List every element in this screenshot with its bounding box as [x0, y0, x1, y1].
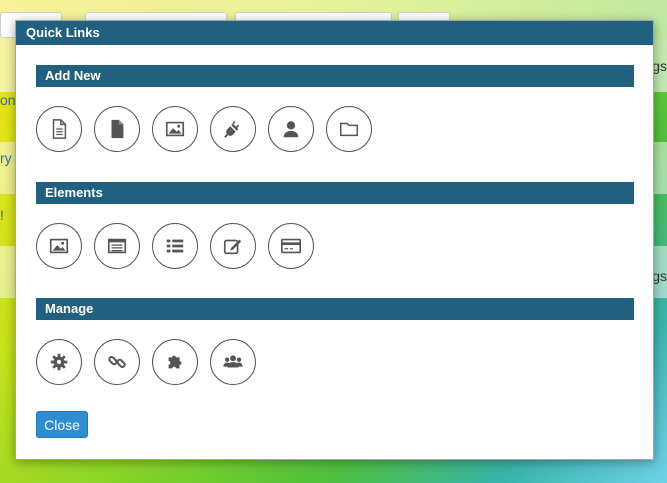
- section-add-new: Add New: [36, 65, 634, 162]
- link-icon: [108, 356, 126, 368]
- users-button[interactable]: [210, 339, 256, 385]
- browser-window-button[interactable]: [94, 223, 140, 269]
- section-elements: Elements: [36, 182, 634, 279]
- new-folder-button[interactable]: [326, 106, 372, 152]
- background-text: gs: [652, 58, 667, 74]
- images-button[interactable]: [36, 223, 82, 269]
- new-article-icon: [52, 119, 67, 139]
- extensions-button[interactable]: [152, 339, 198, 385]
- new-user-icon: [283, 121, 299, 138]
- new-plugin-icon: [224, 121, 240, 138]
- section-title: Manage: [36, 298, 634, 320]
- credit-card-button[interactable]: [268, 223, 314, 269]
- puzzle-piece-icon: [168, 355, 182, 369]
- images-icon: [49, 238, 69, 254]
- background-text: !: [0, 207, 4, 223]
- list-button[interactable]: [152, 223, 198, 269]
- new-user-button[interactable]: [268, 106, 314, 152]
- new-image-button[interactable]: [152, 106, 198, 152]
- quick-links-modal: Quick Links Add New Elements Manage Clos…: [15, 20, 654, 460]
- credit-card-icon: [281, 238, 301, 254]
- section-title: Add New: [36, 65, 634, 87]
- section-manage: Manage: [36, 298, 634, 395]
- icon-row: [36, 223, 634, 279]
- new-article-button[interactable]: [36, 106, 82, 152]
- background-text: on: [0, 92, 16, 108]
- form-edit-icon: [223, 239, 242, 255]
- close-button[interactable]: Close: [36, 411, 88, 438]
- background-text: gs: [652, 268, 667, 284]
- form-edit-button[interactable]: [210, 223, 256, 269]
- new-folder-icon: [340, 122, 358, 137]
- background-text: ry: [0, 150, 12, 166]
- new-page-button[interactable]: [94, 106, 140, 152]
- section-title: Elements: [36, 182, 634, 204]
- new-page-icon: [111, 119, 124, 139]
- icon-row: [36, 339, 634, 395]
- icon-row: [36, 106, 634, 162]
- users-group-icon: [223, 355, 243, 368]
- modal-title: Quick Links: [16, 21, 653, 45]
- settings-button[interactable]: [36, 339, 82, 385]
- new-plugin-button[interactable]: [210, 106, 256, 152]
- new-image-icon: [165, 121, 185, 137]
- links-button[interactable]: [94, 339, 140, 385]
- settings-gear-icon: [50, 353, 68, 371]
- browser-window-icon: [107, 238, 127, 254]
- list-icon: [166, 239, 184, 253]
